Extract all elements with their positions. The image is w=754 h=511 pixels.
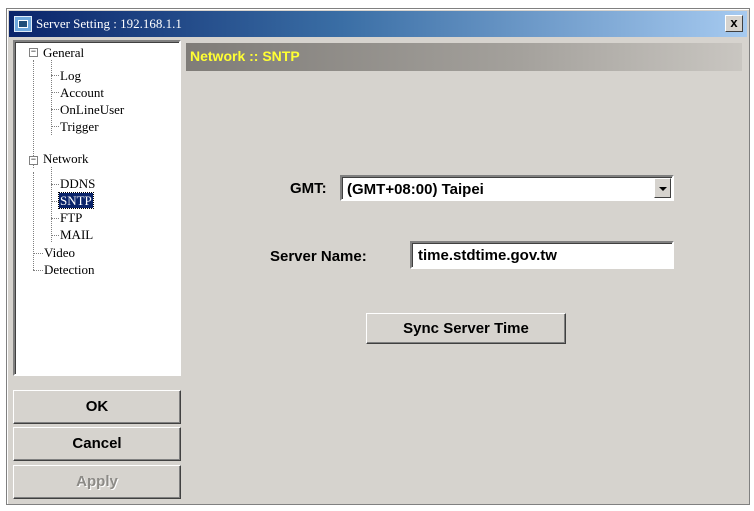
cancel-button[interactable]: Cancel — [13, 427, 181, 461]
gmt-label: GMT: — [290, 180, 327, 197]
server-name-label: Server Name: — [270, 248, 367, 265]
tree-item-ddns[interactable]: DDNS — [59, 176, 96, 191]
server-name-input[interactable] — [410, 241, 674, 269]
close-button[interactable]: x — [725, 15, 743, 32]
network-collapse-icon[interactable]: − — [29, 156, 38, 165]
window-title: Server Setting : 192.168.1.1 — [36, 16, 182, 31]
settings-tree[interactable]: − General Log Account OnLineUser Trigger… — [13, 40, 181, 376]
section-title: Network :: SNTP — [190, 48, 300, 64]
tree-item-label: FTP — [60, 210, 83, 225]
tree-item-label: DDNS — [60, 176, 96, 191]
tree-item-log[interactable]: Log — [59, 68, 82, 83]
ok-button[interactable]: OK — [13, 390, 181, 424]
title-bar[interactable]: Server Setting : 192.168.1.1 x — [9, 11, 747, 37]
tree-item-network[interactable]: Network — [42, 151, 90, 166]
tree-item-ftp[interactable]: FTP — [59, 210, 83, 225]
sync-server-time-button[interactable]: Sync Server Time — [366, 313, 566, 344]
gmt-selected-value: (GMT+08:00) Taipei — [347, 181, 484, 198]
tree-item-label: Account — [60, 85, 105, 100]
tree-item-label: Log — [60, 68, 81, 83]
tree-item-label: OnLineUser — [60, 102, 125, 117]
tree-item-trigger[interactable]: Trigger — [59, 119, 100, 134]
tree-item-general[interactable]: General — [42, 45, 85, 60]
app-icon — [14, 16, 32, 32]
apply-button[interactable]: Apply — [13, 465, 181, 499]
tree-item-label: Trigger — [60, 119, 99, 134]
tree-item-sntp[interactable]: SNTP — [58, 192, 94, 209]
tree-item-detection[interactable]: Detection — [43, 262, 96, 277]
tree-item-account[interactable]: Account — [59, 85, 105, 100]
tree-item-label: General — [43, 45, 85, 60]
tree-item-mail[interactable]: MAIL — [59, 227, 94, 242]
gmt-select[interactable]: (GMT+08:00) Taipei — [340, 175, 674, 201]
tree-item-label: Video — [44, 245, 75, 260]
general-collapse-icon[interactable]: − — [29, 48, 38, 57]
dropdown-arrow-icon[interactable] — [654, 178, 671, 198]
tree-item-label: SNTP — [58, 192, 94, 209]
section-header: Network :: SNTP — [186, 43, 742, 71]
tree-item-video[interactable]: Video — [43, 245, 76, 260]
tree-item-label: Detection — [44, 262, 95, 277]
tree-item-onlineuser[interactable]: OnLineUser — [59, 102, 125, 117]
tree-item-label: Network — [43, 151, 89, 166]
tree-item-label: MAIL — [60, 227, 94, 242]
